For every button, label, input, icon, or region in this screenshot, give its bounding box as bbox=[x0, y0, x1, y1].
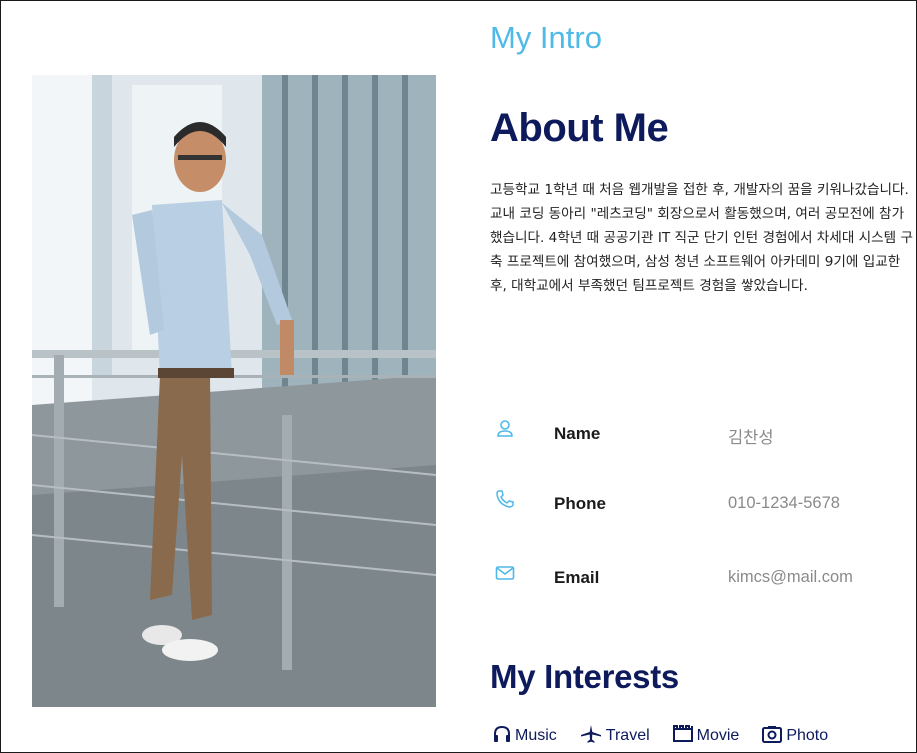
profile-photo bbox=[32, 75, 436, 707]
contact-name-row: Name 김찬성 bbox=[490, 420, 890, 454]
mail-icon bbox=[494, 562, 516, 584]
interest-label: Music bbox=[515, 727, 557, 744]
interest-movie: Movie bbox=[672, 724, 740, 749]
intro-title: My Intro bbox=[490, 20, 602, 55]
interest-label: Travel bbox=[605, 727, 650, 744]
interests-title: My Interests bbox=[490, 658, 679, 695]
contact-value: kimcs@mail.com bbox=[728, 568, 853, 586]
camera-icon bbox=[761, 724, 786, 749]
contact-value: 010-1234-5678 bbox=[728, 494, 840, 512]
contact-value: 김찬성 bbox=[728, 429, 774, 447]
contact-label: Email bbox=[554, 568, 600, 587]
interest-photo: Photo bbox=[761, 724, 828, 749]
interest-label: Movie bbox=[696, 727, 740, 744]
interests-list: Music Travel Movie Photo bbox=[492, 724, 850, 748]
interest-music: Music bbox=[492, 724, 557, 749]
contact-phone-row: Phone 010-1234-5678 bbox=[490, 490, 890, 524]
contact-label: Phone bbox=[554, 494, 606, 513]
interest-label: Photo bbox=[786, 727, 829, 744]
interest-travel: Travel bbox=[579, 724, 650, 749]
about-title: About Me bbox=[490, 106, 669, 150]
contact-email-row: Email kimcs@mail.com bbox=[490, 566, 890, 598]
airplane-icon bbox=[579, 724, 606, 749]
phone-icon bbox=[494, 488, 516, 510]
about-description: 고등학교 1학년 때 처음 웹개발을 접한 후, 개발자의 꿈을 키워나갔습니다… bbox=[490, 182, 913, 294]
contact-label: Name bbox=[554, 424, 601, 443]
film-icon bbox=[672, 724, 697, 749]
headphones-icon bbox=[492, 724, 515, 749]
user-icon bbox=[494, 418, 516, 440]
